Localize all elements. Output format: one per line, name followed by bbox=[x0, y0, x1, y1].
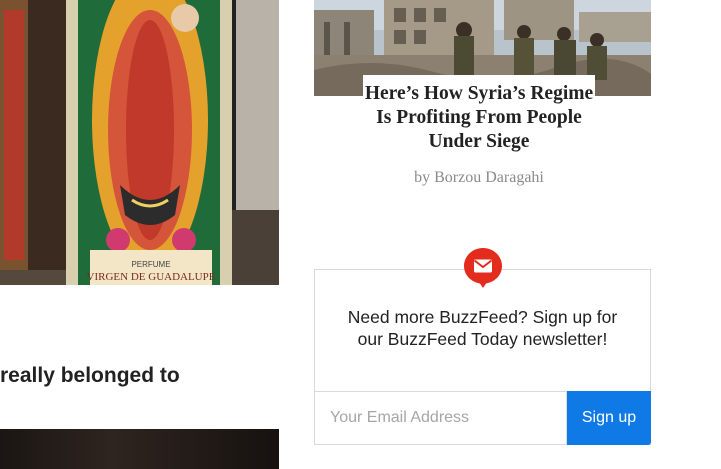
left-article-thumbnail[interactable] bbox=[0, 429, 279, 469]
story-byline: by Borzou Daragahi bbox=[414, 169, 544, 186]
envelope-icon bbox=[462, 246, 504, 288]
candle-photo[interactable]: PERFUME VIRGEN DE GUADALUPE bbox=[0, 0, 279, 285]
candle-tag-text: PERFUME bbox=[131, 260, 170, 269]
left-article-headline[interactable]: really belonged to bbox=[0, 364, 290, 388]
story-card[interactable]: Here’s How Syria’s Regime Is Profiting F… bbox=[363, 75, 595, 187]
story-title[interactable]: Here’s How Syria’s Regime Is Profiting F… bbox=[363, 82, 595, 154]
candle-label-text: VIRGEN DE GUADALUPE bbox=[87, 271, 216, 283]
newsletter-signup-box: Need more BuzzFeed? Sign up for our Buzz… bbox=[314, 269, 651, 445]
signup-button[interactable]: Sign up bbox=[567, 391, 651, 445]
newsletter-prompt: Need more BuzzFeed? Sign up for our Buzz… bbox=[347, 307, 618, 349]
email-input[interactable] bbox=[315, 391, 567, 444]
candle-photo-illustration: PERFUME VIRGEN DE GUADALUPE bbox=[0, 0, 279, 285]
